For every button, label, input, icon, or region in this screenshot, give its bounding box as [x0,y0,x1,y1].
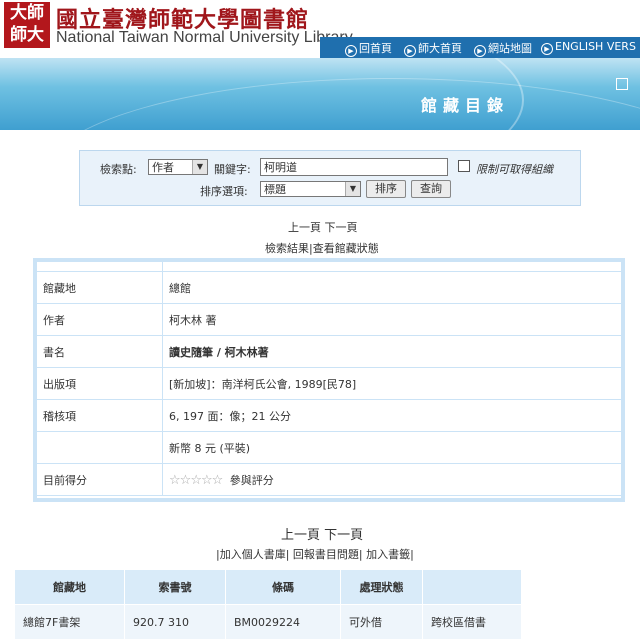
sort-select[interactable]: 標題 ▼ [260,181,361,197]
nav-ntnu-home-label: 師大首頁 [418,42,462,55]
keyword-label: 關鍵字: [214,163,251,176]
nav-sitemap-label: 網站地圖 [488,42,532,55]
keyword-input[interactable]: 柯明道 [260,158,448,176]
arrow-right-icon: ▶ [345,45,357,57]
library-logo: 大師 師大 [4,2,50,48]
column-header: 條碼 [225,569,341,605]
holding-status-link[interactable]: 查看館藏狀態 [313,242,379,255]
rate-link[interactable]: 參與評分 [230,474,274,487]
author-link[interactable]: 柯木林 著 [162,303,621,336]
field-value: 總館 [162,271,621,304]
star-icon[interactable]: ☆ [180,473,192,488]
arrow-right-icon: ▶ [541,43,553,55]
pager-top: 上一頁 下一頁 [288,219,358,235]
title-value: 讀史隨筆 / 柯木林著 [162,335,621,368]
prev-page-link[interactable]: 上一頁 [281,528,320,543]
field-label: 目前得分 [37,463,163,496]
field-value: 6, 197 面：像；21 公分 [162,399,621,432]
limit-checkbox[interactable] [458,160,470,172]
status-cell: 可外借 [340,604,423,640]
library-name-en[interactable]: National Taiwan Normal University Librar… [56,29,353,47]
nav-english[interactable]: ▶ ENGLISH VERS [541,40,636,55]
prev-page-link[interactable]: 上一頁 [288,221,321,234]
table-row: 作者 柯木林 著 [37,303,621,336]
logo-text-line-2: 師大 [10,25,44,45]
star-icon[interactable]: ☆ [212,473,224,488]
holdings-table: 館藏地 索書號 條碼 處理狀態 總館7F書架 920.7 310 BM00292… [14,569,522,640]
field-value: [新加坡]：南洋柯氏公會, 1989[民78] [162,367,621,400]
table-row: 目前得分 ☆☆☆☆☆ 參與評分 [37,463,621,496]
limit-label: 限制可取得組織 [476,163,553,176]
add-bookmark-link[interactable]: 加入書籤 [366,548,410,561]
call-number-cell: 920.7 310 [124,604,226,640]
column-header: 館藏地 [14,569,125,605]
star-icon[interactable]: ☆ [190,473,202,488]
search-field-select[interactable]: 作者 ▼ [148,159,208,175]
nav-home[interactable]: ▶ 回首頁 [345,40,392,57]
next-page-link[interactable]: 下一頁 [324,528,363,543]
star-rating[interactable]: ☆☆☆☆☆ [169,473,224,488]
field-label: 稽核項 [37,399,163,432]
column-header: 索書號 [124,569,226,605]
table-row: 總館7F書架 920.7 310 BM0029224 可外借 跨校區借書 [14,604,522,640]
table-row: 出版項 [新加坡]：南洋柯氏公會, 1989[民78] [37,367,621,400]
sort-button[interactable]: 排序 [366,180,406,198]
table-row: 館藏地 總館 [37,271,621,304]
nav-ntnu-home[interactable]: ▶ 師大首頁 [404,40,462,57]
table-header-cell [162,262,621,272]
next-page-link[interactable]: 下一頁 [325,221,358,234]
request-link[interactable]: 跨校區借書 [422,604,522,640]
location-cell: 總館7F書架 [14,604,125,640]
sort-value: 標題 [264,183,286,196]
table-row: 書名 讀史隨筆 / 柯木林著 [37,335,621,368]
banner [0,58,640,130]
barcode-cell: BM0029224 [225,604,341,640]
top-nav: ▶ 回首頁 ▶ 師大首頁 ▶ 網站地圖 ▶ ENGLISH VERS [320,37,640,58]
record-detail-table: 館藏地 總館 作者 柯木林 著 書名 讀史隨筆 / 柯木林著 出版項 [新加坡]：南洋柯… [33,258,625,502]
table-row: 稽核項 6, 197 面：像；21 公分 [37,399,621,432]
field-label: 館藏地 [37,271,163,304]
star-icon[interactable]: ☆ [201,473,213,488]
sort-label: 排序選項: [200,185,248,198]
field-label: 作者 [37,303,163,336]
search-panel: 檢索點: 作者 ▼ 關鍵字: 柯明道 限制可取得組織 排序選項: 標題 ▼ 排序… [79,150,581,206]
field-value: 新幣 8 元 (平裝) [162,431,621,464]
search-button[interactable]: 查詢 [411,180,451,198]
field-label: 出版項 [37,367,163,400]
table-header-row: 館藏地 索書號 條碼 處理狀態 [14,569,522,605]
chevron-down-icon: ▼ [192,160,207,174]
star-icon[interactable]: ☆ [169,473,181,488]
search-field-value: 作者 [152,161,174,174]
add-personal-shelf-link[interactable]: 加入個人書庫 [220,548,286,561]
nav-home-label: 回首頁 [359,42,392,55]
column-header [422,569,522,605]
search-results-link[interactable]: 檢索結果 [265,242,309,255]
chevron-down-icon: ▼ [345,182,360,196]
nav-sitemap[interactable]: ▶ 網站地圖 [474,40,532,57]
search-field-label: 檢索點: [100,163,137,176]
page-title: 館藏目錄 [421,96,510,115]
record-links-top: 檢索結果|查看館藏狀態 [265,240,379,256]
rating-cell: ☆☆☆☆☆ 參與評分 [162,463,621,496]
logo-text-line-1: 大師 [10,3,44,23]
nav-english-label: ENGLISH VERS [555,40,636,53]
pager-bottom: 上一頁 下一頁 [281,524,363,543]
arrow-right-icon: ▶ [474,45,486,57]
window-icon[interactable] [616,78,628,90]
column-header: 處理狀態 [340,569,423,605]
field-label: 書名 [37,335,163,368]
table-row: 新幣 8 元 (平裝) [37,431,621,464]
table-header-cell [37,262,163,272]
record-links-bottom: |加入個人書庫| 回報書目問題| 加入書籤| [216,548,414,561]
arrow-right-icon: ▶ [404,45,416,57]
field-label [37,431,163,464]
report-problem-link[interactable]: 回報書目問題 [293,548,359,561]
